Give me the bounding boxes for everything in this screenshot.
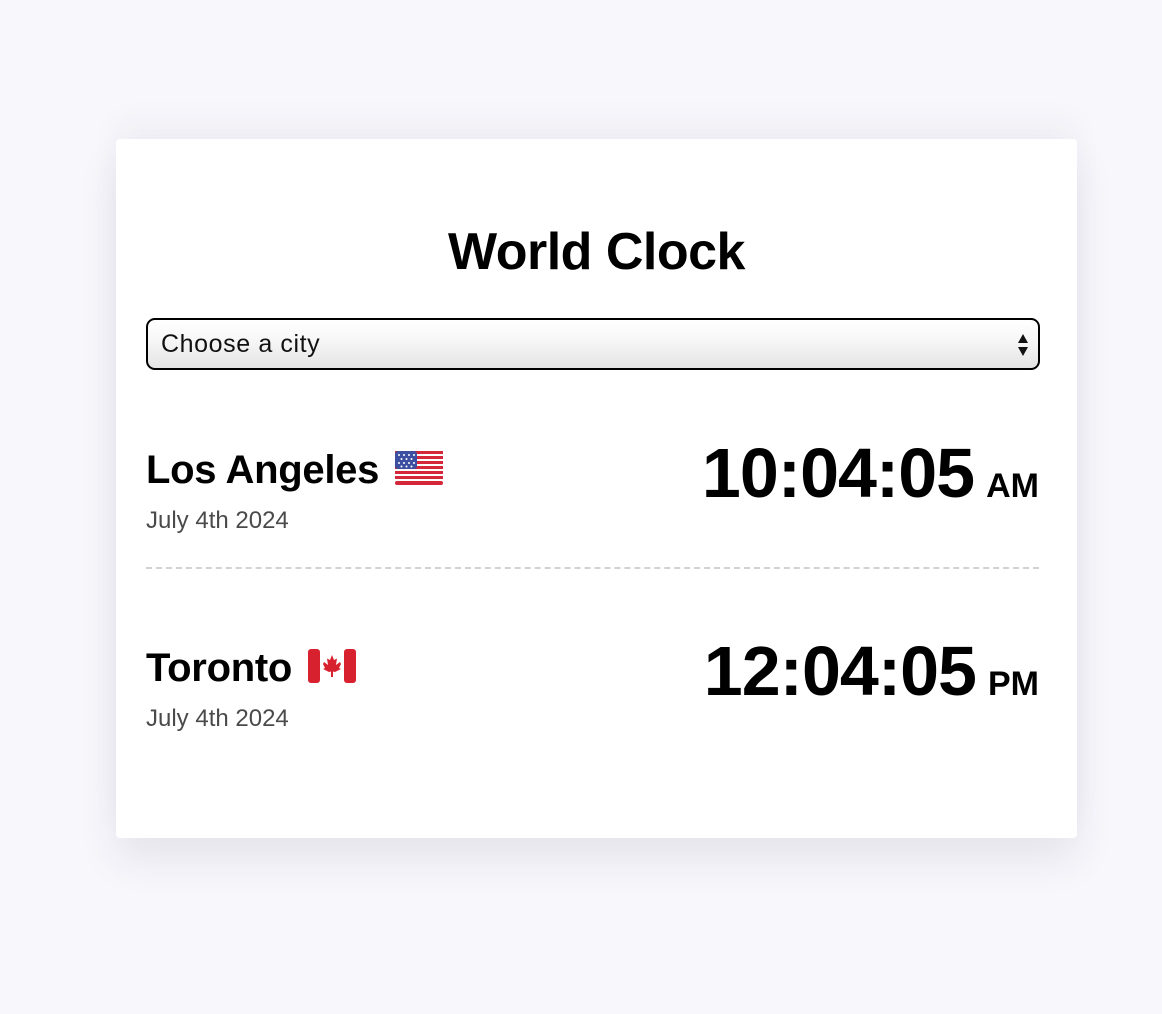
select-arrows-icon xyxy=(1017,333,1029,357)
city-name-label: Toronto xyxy=(146,646,292,690)
city-select[interactable]: Choose a city xyxy=(146,318,1040,370)
page-title: World Clock xyxy=(448,223,745,281)
city-date: July 4th 2024 xyxy=(146,507,289,534)
city-time: 12:04:05 PM xyxy=(704,633,1039,729)
city-time: 10:04:05 AM xyxy=(702,435,1039,531)
city-name: Toronto xyxy=(146,645,356,693)
time-digits: 12:04:05 xyxy=(703,632,977,710)
city-divider xyxy=(146,567,1039,569)
city-select-value: Choose a city xyxy=(161,330,321,358)
time-digits: 10:04:05 xyxy=(701,434,975,512)
city-date: July 4th 2024 xyxy=(146,705,289,732)
city-name-label: Los Angeles xyxy=(146,448,380,492)
time-ampm: AM xyxy=(986,467,1039,505)
us-flag-icon xyxy=(395,449,444,495)
world-clock-card: World Clock Choose a city Los Angeles Ju… xyxy=(116,139,1077,838)
city-row-los-angeles: Los Angeles July 4th 2024 10:04:05 AM xyxy=(146,435,1039,545)
canada-flag-icon xyxy=(308,647,356,693)
time-ampm: PM xyxy=(988,665,1039,703)
city-row-toronto: Toronto July 4th 2024 12:04:05 PM xyxy=(146,633,1039,743)
city-name: Los Angeles xyxy=(146,447,444,495)
